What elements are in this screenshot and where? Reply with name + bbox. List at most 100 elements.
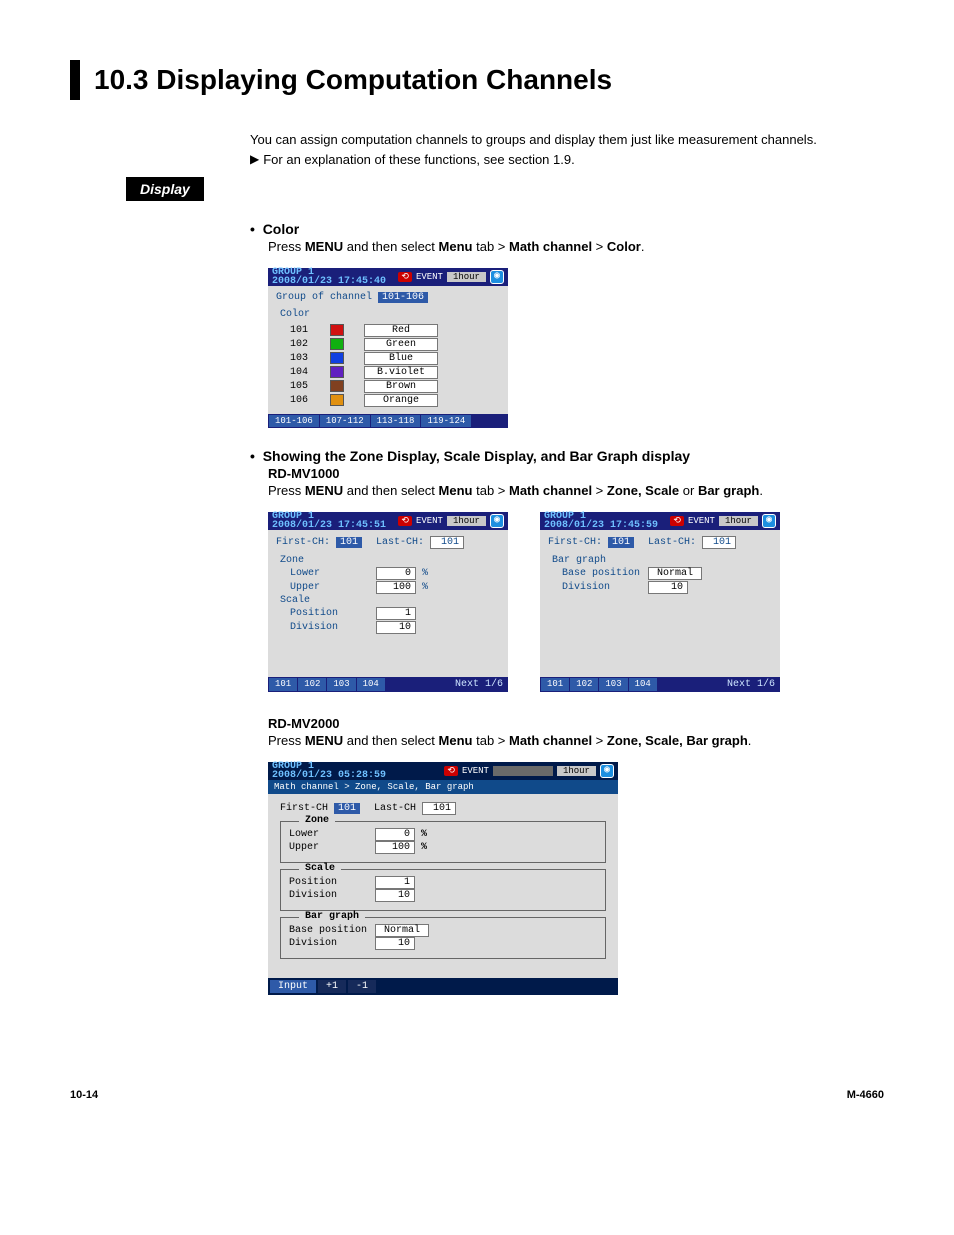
event-icon[interactable]: ⟲: [398, 516, 412, 526]
minus-one-button[interactable]: -1: [348, 980, 376, 993]
channel-number: 102: [290, 339, 316, 350]
zone-device-left: GROUP 1 2008/01/23 17:45:51 ⟲ EVENT 1hou…: [268, 512, 508, 692]
zone-heading: • Showing the Zone Display, Scale Displa…: [250, 448, 884, 464]
zone-instruction: Press MENU and then select Menu tab > Ma…: [268, 483, 884, 498]
channel-range-tab[interactable]: 119-124: [421, 415, 471, 427]
channel-number: 105: [290, 381, 316, 392]
camera-icon[interactable]: ◉: [762, 514, 776, 528]
channel-number: 104: [290, 367, 316, 378]
channel-number: 106: [290, 395, 316, 406]
channel-tab[interactable]: 101: [269, 678, 297, 691]
last-ch-value[interactable]: 101: [422, 802, 456, 815]
page-number: 10-14: [70, 1089, 98, 1101]
event-icon[interactable]: ⟲: [670, 516, 684, 526]
color-name-field[interactable]: Red: [364, 324, 438, 337]
color-swatch-icon: [330, 366, 344, 378]
mv2000-instruction: Press MENU and then select Menu tab > Ma…: [268, 733, 884, 748]
channel-number: 103: [290, 353, 316, 364]
bar-base-position[interactable]: Normal: [648, 567, 702, 580]
color-swatch-icon: [330, 380, 344, 392]
channel-row: 106 Orange: [290, 394, 500, 407]
group-chip[interactable]: 101-106: [378, 292, 428, 303]
event-label: EVENT: [462, 766, 489, 776]
scale-division[interactable]: 10: [376, 621, 416, 634]
scale-division[interactable]: 10: [375, 889, 415, 902]
camera-icon[interactable]: ◉: [600, 764, 614, 778]
zone-lower[interactable]: 0: [376, 567, 416, 580]
bar-division[interactable]: 10: [648, 581, 688, 594]
channel-tab[interactable]: 101: [541, 678, 569, 691]
last-ch-value[interactable]: 101: [702, 536, 736, 549]
time-range[interactable]: 1hour: [557, 766, 596, 776]
channel-range-tab[interactable]: 107-112: [320, 415, 370, 427]
color-swatch-icon: [330, 324, 344, 336]
channel-number: 101: [290, 325, 316, 336]
first-ch-value[interactable]: 101: [336, 537, 362, 548]
event-label: EVENT: [416, 516, 443, 526]
color-device-screen: GROUP 1 2008/01/23 17:45:40 ⟲ EVENT 1hou…: [268, 268, 508, 428]
scale-group: Scale Position 1 Division 10: [280, 869, 606, 911]
channel-row: 105 Brown: [290, 380, 500, 393]
note-text: For an explanation of these functions, s…: [263, 152, 574, 167]
next-page[interactable]: Next 1/6: [451, 678, 507, 691]
mv2000-device-screen: GROUP 1 2008/01/23 05:28:59 ⟲ EVENT 1hou…: [268, 762, 618, 995]
bar-division[interactable]: 10: [375, 937, 415, 950]
color-name-field[interactable]: Blue: [364, 352, 438, 365]
channel-row: 101 Red: [290, 324, 500, 337]
channel-row: 103 Blue: [290, 352, 500, 365]
plus-one-button[interactable]: +1: [318, 980, 346, 993]
event-label: EVENT: [416, 272, 443, 282]
channel-tab[interactable]: 102: [570, 678, 598, 691]
breadcrumb: Math channel > Zone, Scale, Bar graph: [268, 780, 618, 794]
color-name-field[interactable]: Brown: [364, 380, 438, 393]
event-label: EVENT: [688, 516, 715, 526]
channel-tab[interactable]: 104: [357, 678, 385, 691]
camera-icon[interactable]: ◉: [490, 514, 504, 528]
zone-device-right: GROUP 1 2008/01/23 17:45:59 ⟲ EVENT 1hou…: [540, 512, 780, 692]
color-swatch-icon: [330, 394, 344, 406]
intro-text: You can assign computation channels to g…: [250, 130, 884, 150]
triangle-icon: ▶: [250, 152, 259, 166]
bar-base-position[interactable]: Normal: [375, 924, 429, 937]
color-instruction: Press MENU and then select Menu tab > Ma…: [268, 239, 884, 254]
first-ch-value[interactable]: 101: [608, 537, 634, 548]
zone-group: Zone Lower 0 % Upper 100 %: [280, 821, 606, 863]
color-section-label: Color: [280, 309, 500, 320]
channel-tab[interactable]: 103: [599, 678, 627, 691]
channel-tab[interactable]: 104: [629, 678, 657, 691]
camera-icon[interactable]: ◉: [490, 270, 504, 284]
display-side-label: Display: [126, 177, 204, 201]
color-name-field[interactable]: Orange: [364, 394, 438, 407]
zone-lower[interactable]: 0: [375, 828, 415, 841]
color-name-field[interactable]: Green: [364, 338, 438, 351]
next-page[interactable]: Next 1/6: [723, 678, 779, 691]
color-name-field[interactable]: B.violet: [364, 366, 438, 379]
input-tab[interactable]: Input: [270, 980, 316, 993]
doc-code: M-4660: [847, 1089, 884, 1101]
event-bar: [493, 766, 553, 776]
channel-tab[interactable]: 103: [327, 678, 355, 691]
page-title: 10.3 Displaying Computation Channels: [94, 60, 612, 100]
color-swatch-icon: [330, 338, 344, 350]
time-range[interactable]: 1hour: [719, 516, 758, 526]
zone-upper[interactable]: 100: [376, 581, 416, 594]
color-swatch-icon: [330, 352, 344, 364]
model-mv2000: RD-MV2000: [268, 716, 884, 731]
zone-upper[interactable]: 100: [375, 841, 415, 854]
channel-range-tab[interactable]: 113-118: [371, 415, 421, 427]
channel-row: 104 B.violet: [290, 366, 500, 379]
color-heading: • Color: [250, 221, 884, 237]
time-range[interactable]: 1hour: [447, 272, 486, 282]
event-icon[interactable]: ⟲: [398, 272, 412, 282]
channel-tab[interactable]: 102: [298, 678, 326, 691]
channel-row: 102 Green: [290, 338, 500, 351]
last-ch-value[interactable]: 101: [430, 536, 464, 549]
scale-position[interactable]: 1: [375, 876, 415, 889]
channel-range-tab[interactable]: 101-106: [269, 415, 319, 427]
first-ch-value[interactable]: 101: [334, 803, 360, 814]
scale-position[interactable]: 1: [376, 607, 416, 620]
event-icon[interactable]: ⟲: [444, 766, 458, 776]
time-range[interactable]: 1hour: [447, 516, 486, 526]
model-mv1000: RD-MV1000: [268, 466, 884, 481]
bargraph-group: Bar graph Base position Normal Division …: [280, 917, 606, 959]
